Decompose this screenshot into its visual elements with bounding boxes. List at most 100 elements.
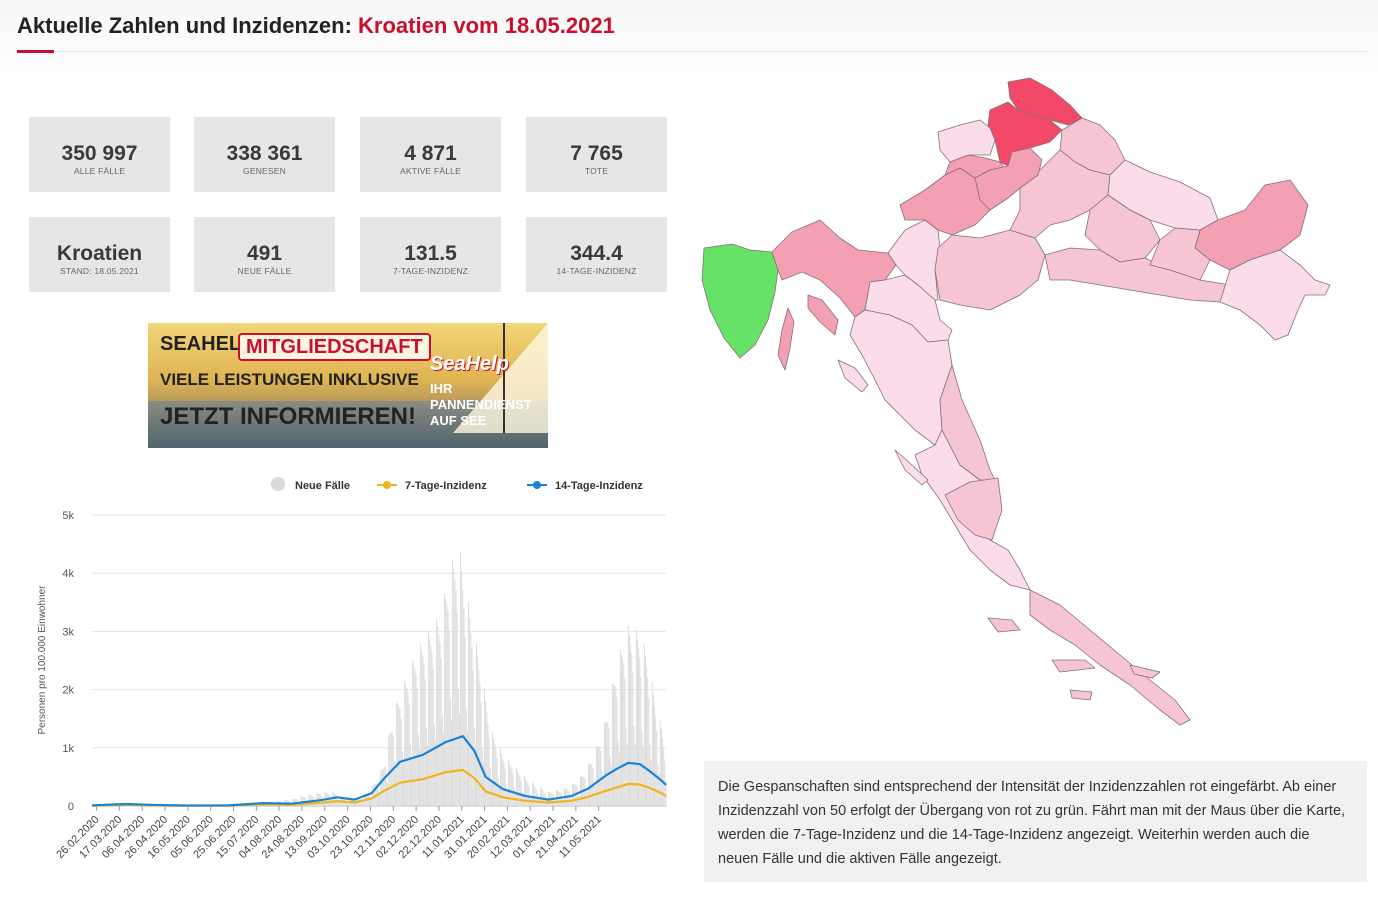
bar-new-cases <box>397 703 399 806</box>
map-region-dubrovnik[interactable] <box>1029 589 1191 726</box>
bar-new-cases <box>398 706 400 806</box>
bar-new-cases <box>489 768 491 806</box>
bar-new-cases <box>380 769 382 806</box>
map-region-zagorje-west[interactable] <box>937 119 996 163</box>
bar-new-cases <box>464 636 466 806</box>
stat-14-day-incidence: 344.4 14-Tage-Inzidenz <box>526 217 667 292</box>
map-island-hvar[interactable] <box>1051 659 1096 673</box>
bar-new-cases <box>451 720 452 806</box>
bar-new-cases <box>592 768 594 806</box>
bar-new-cases <box>385 779 387 806</box>
bar-new-cases <box>505 784 507 806</box>
map-region-osijek[interactable] <box>1194 179 1309 271</box>
bar-new-cases <box>362 801 363 806</box>
bar-new-cases <box>429 638 431 806</box>
stat-value: 344.4 <box>570 242 623 265</box>
bar-new-cases <box>428 631 430 806</box>
bar-new-cases <box>455 589 457 806</box>
bar-new-cases <box>601 771 603 806</box>
bar-new-cases <box>619 650 621 806</box>
map-region-istria[interactable] <box>701 243 779 359</box>
bar-new-cases <box>586 791 588 806</box>
map-island-cres[interactable] <box>777 307 795 371</box>
bar-new-cases <box>540 787 541 806</box>
bar-new-cases <box>481 746 483 806</box>
bar-new-cases <box>433 723 435 806</box>
bar-new-cases <box>388 736 390 806</box>
stat-value: 350 997 <box>61 142 138 165</box>
bar-new-cases <box>439 642 441 806</box>
bar-new-cases <box>651 681 653 806</box>
ad-line2: VIELE LEISTUNGEN INKLUSIVE <box>160 370 419 389</box>
stat-label: Neue Fälle <box>237 266 292 276</box>
seahelp-ad-banner[interactable]: SEAHELP MITGLIEDSCHAFT VIELE LEISTUNGEN … <box>148 323 548 448</box>
page-header <box>0 0 1378 80</box>
bar-new-cases <box>373 784 375 806</box>
bar-new-cases <box>594 786 596 806</box>
bar-new-cases <box>511 769 513 806</box>
stat-label: Aktive Fälle <box>400 166 461 176</box>
stat-active-cases: 4 871 Aktive Fälle <box>360 117 501 192</box>
ad-membership-badge: MITGLIEDSCHAFT <box>238 333 431 361</box>
bar-new-cases <box>496 757 498 806</box>
bar-new-cases <box>387 783 389 806</box>
bar-new-cases <box>382 769 384 806</box>
bar-new-cases <box>403 763 404 806</box>
map-island-pag[interactable] <box>837 359 869 393</box>
bar-new-cases <box>452 559 454 806</box>
bar-new-cases <box>399 709 401 806</box>
bar-new-cases <box>634 744 636 806</box>
bar-new-cases <box>460 551 462 806</box>
stat-value: 131.5 <box>404 242 457 265</box>
bar-new-cases <box>597 746 598 806</box>
y-tick-label: 1k <box>62 743 74 755</box>
bar-new-cases <box>463 608 465 806</box>
bar-new-cases <box>512 774 514 806</box>
bar-new-cases <box>328 794 330 806</box>
bar-new-cases <box>479 682 481 806</box>
bar-new-cases <box>409 743 411 806</box>
bar-new-cases <box>625 727 627 806</box>
bar-new-cases <box>407 692 409 806</box>
bar-new-cases <box>521 791 523 806</box>
bar-new-cases <box>431 653 433 806</box>
map-island-brac[interactable] <box>987 617 1021 633</box>
bar-new-cases <box>567 789 569 806</box>
bar-new-cases <box>459 714 460 806</box>
croatia-map[interactable] <box>690 70 1370 740</box>
page-title: Aktuelle Zahlen und Inzidenzen: Kroatien… <box>17 13 615 39</box>
bar-new-cases <box>420 643 422 806</box>
map-region-sisak[interactable] <box>934 229 1046 311</box>
bar-new-cases <box>424 678 426 806</box>
title-highlight: Kroatien vom 18.05.2021 <box>358 13 615 38</box>
bar-new-cases <box>416 688 418 806</box>
map-island-krk[interactable] <box>807 294 839 336</box>
bar-new-cases <box>560 793 562 806</box>
bar-new-cases <box>617 738 619 806</box>
bar-new-cases <box>444 592 446 806</box>
legend-label: 7-Tage-Inzidenz <box>405 480 487 492</box>
bar-new-cases <box>494 744 496 806</box>
bar-new-cases <box>621 654 622 806</box>
bar-new-cases <box>495 749 497 806</box>
bar-new-cases <box>533 784 535 806</box>
bar-new-cases <box>520 780 522 806</box>
bar-new-cases <box>355 803 357 806</box>
bar-new-cases <box>408 703 410 806</box>
bar-new-cases <box>430 645 432 806</box>
map-island-korcula[interactable] <box>1069 689 1093 701</box>
bar-new-cases <box>480 702 482 806</box>
stat-deaths: 7 765 Tote <box>526 117 667 192</box>
bar-new-cases <box>650 760 652 806</box>
legend-label: Neue Fälle <box>295 480 350 492</box>
bar-new-cases <box>630 644 632 806</box>
bar-new-cases <box>645 655 646 806</box>
y-tick-label: 3k <box>62 626 74 638</box>
bar-new-cases <box>624 678 626 806</box>
stat-all-cases: 350 997 Alle Fälle <box>29 117 170 192</box>
stat-label: 14-Tage-Inzidenz <box>556 266 637 276</box>
bar-new-cases <box>381 769 383 806</box>
bar-new-cases <box>656 730 658 806</box>
y-tick-label: 0 <box>68 801 74 813</box>
bar-new-cases <box>655 716 657 806</box>
